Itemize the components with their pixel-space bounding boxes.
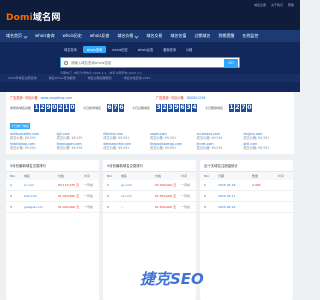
table-row[interactable]: 1 lc.com ¥2,172,975 元一周前 bbox=[6, 180, 99, 191]
list-item[interactable]: meituanaifen.com 成交价格: ¥9,591 bbox=[10, 132, 57, 140]
top-link[interactable]: 帮助 bbox=[288, 3, 294, 7]
nav-item[interactable]: whois历史 bbox=[58, 33, 85, 39]
main-nav: 域名首页 whois查询 whois历史 whois反查 域名价格 域名交易 域… bbox=[0, 30, 300, 42]
digit: 0 bbox=[52, 104, 57, 112]
list-item[interactable]: theplugger.com 成交价格: ¥9,591 bbox=[57, 143, 104, 150]
table-header: NO. 域名 价格 时间 bbox=[6, 172, 99, 180]
top-link[interactable]: 域名注册 bbox=[254, 3, 266, 7]
list-item[interactable]: sjjll.com 成交价格: ¥9,591 bbox=[57, 132, 104, 140]
table-row[interactable]: 1 gu.com ¥2,000,000 元一周前 bbox=[103, 180, 196, 191]
list-item[interactable]: delasescribe.com 成交价格: ¥9,591 bbox=[103, 143, 150, 150]
search-tab[interactable]: 价格 bbox=[182, 46, 196, 53]
hot-domain-grid: meituanaifen.com 成交价格: ¥9,591 sjjll.com 成交… bbox=[10, 132, 290, 150]
search-tab[interactable]: whois历史 bbox=[108, 46, 132, 53]
digit: 0 bbox=[70, 104, 75, 112]
counter-deleted: 今日删除域名 1 2 7 0 bbox=[205, 104, 252, 112]
ranking-table: 近十天域名注册量统计 NO. 日期 数量 时间 1 2025-04-18 4,400 22… bbox=[200, 160, 293, 300]
digit: 4 bbox=[192, 104, 197, 112]
digit: 7 bbox=[113, 104, 118, 112]
table-row[interactable]: 3... ¥1,500,000 元一周前 bbox=[103, 202, 196, 213]
search-tab[interactable]: 域名查询 bbox=[60, 46, 81, 53]
stats-panel: 广告投放: 可议价格 www.yangfeng.com 广告投放: 可议价格 DDD… bbox=[6, 92, 294, 154]
strip-item[interactable]: 域名Whois查询服务 bbox=[49, 76, 76, 80]
promo-slot[interactable]: 广告投放: 可议价格 www.yangfeng.com bbox=[10, 95, 72, 100]
search-box: GO bbox=[60, 57, 240, 68]
search-tab[interactable]: whois反查 bbox=[134, 46, 158, 53]
table-row[interactable]: 3 guagua.com ¥1,000,000 元一周前 bbox=[6, 202, 99, 213]
strip-item[interactable]: 2025年域名注册查询 bbox=[8, 76, 37, 80]
watermark: 捷克SEO bbox=[140, 270, 204, 288]
list-item[interactable]: fletcher.com 成交价格: ¥9,591 bbox=[103, 132, 150, 140]
counter-total: 收录的域名总数 1 2 9 0 2 1 0 bbox=[10, 104, 75, 112]
list-item[interactable]: vaper.com 成交价格: ¥9,591 bbox=[150, 132, 197, 140]
table-row[interactable]: 2 2025-04-17 bbox=[200, 191, 293, 202]
digit: 9 bbox=[46, 104, 51, 112]
table-row[interactable]: 2 vs.com ¥1,550,000 元一周前 bbox=[103, 191, 196, 202]
search-hero: 域名查询 whois查询 whois历史 whois反查 备案查询 价格 GO … bbox=[0, 42, 300, 92]
counter-new: 今日新增域名 6 7 6 bbox=[83, 104, 124, 112]
nav-item[interactable]: 到期提醒 bbox=[214, 33, 238, 39]
digit: 6 bbox=[180, 104, 185, 112]
nav-item[interactable]: whois反查 bbox=[86, 33, 113, 39]
nav-item[interactable]: 在线监控 bbox=[238, 33, 262, 39]
strip-item[interactable]: 域名过期提醒服务 bbox=[88, 76, 112, 80]
table-header: NO. 域名 价格 时间 bbox=[103, 172, 196, 180]
digit: 1 bbox=[34, 104, 39, 112]
top-bar: Domi域名网 域名注册 关于我们 帮助 bbox=[0, 0, 300, 30]
digit: 2 bbox=[58, 104, 63, 112]
logo[interactable]: Domi域名网 bbox=[6, 10, 61, 23]
digit: 3 bbox=[186, 104, 191, 112]
list-item[interactable]: fedeliaswp.com 成交价格: ¥9,591 bbox=[10, 143, 57, 150]
list-item[interactable]: jinnet.com 成交价格: ¥9,591 bbox=[197, 143, 244, 150]
digit: 6 bbox=[107, 104, 112, 112]
nav-item[interactable]: 过期域名 bbox=[190, 33, 214, 39]
top-link[interactable]: 关于我们 bbox=[271, 3, 283, 7]
strip-item[interactable]: 域名价格查询 2025 bbox=[124, 76, 151, 80]
nav-item[interactable]: whois查询 bbox=[31, 33, 58, 39]
counter-expired: 今日过期域名 3 2 3 9 6 3 4 bbox=[132, 104, 197, 112]
nav-item[interactable]: 域名交易 bbox=[142, 33, 166, 39]
promo-slot[interactable]: 广告投放: 可议价格 DDDM.COM bbox=[156, 95, 205, 100]
ranking-table: 5月份最新域名交易排行 NO. 域名 价格 时间 1 lc.com ¥2,172,975 … bbox=[6, 160, 99, 300]
table-row[interactable]: 2 bdd.com ¥1,050,000 元一周前 bbox=[6, 191, 99, 202]
table-row[interactable]: 1 2025-04-18 4,400 bbox=[200, 180, 293, 191]
digit: 0 bbox=[247, 104, 252, 112]
list-item[interactable]: mi-tesecs.com 成交价格: ¥9,591 bbox=[197, 132, 244, 140]
digit: 2 bbox=[40, 104, 45, 112]
search-tab-active[interactable]: whois查询 bbox=[82, 46, 107, 53]
table-row[interactable]: 3 2025-04-16 bbox=[200, 202, 293, 213]
search-button[interactable]: GO bbox=[224, 59, 238, 67]
table-header: NO. 日期 数量 时间 bbox=[200, 172, 293, 180]
digit: 1 bbox=[229, 104, 234, 112]
digit: 1 bbox=[64, 104, 69, 112]
digit: 7 bbox=[241, 104, 246, 112]
digit: 6 bbox=[119, 104, 124, 112]
nav-item[interactable]: 域名首页 bbox=[2, 33, 31, 39]
chevron-down-icon bbox=[134, 33, 139, 39]
info-strip: 2025年域名注册查询 域名Whois查询服务 域名过期提醒服务 域名价格查询 … bbox=[0, 74, 300, 82]
digit: 3 bbox=[156, 104, 161, 112]
hot-domains-title[interactable]: 今日热门域名 bbox=[10, 123, 30, 129]
list-item[interactable]: grill.com 成交价格: ¥9,591 bbox=[243, 143, 290, 150]
list-item[interactable]: xinjpsu.com 成交价格: ¥9,591 bbox=[243, 132, 290, 140]
digit: 9 bbox=[174, 104, 179, 112]
chevron-down-icon bbox=[23, 33, 28, 39]
nav-item[interactable]: 域名价格 bbox=[113, 33, 142, 39]
digit: 2 bbox=[235, 104, 240, 112]
nav-item[interactable]: 域名估值 bbox=[166, 33, 190, 39]
table-title: 5月份最新域名交易排行 bbox=[103, 160, 196, 172]
counters: 收录的域名总数 1 2 9 0 2 1 0 今日新增域名 6 7 6 今日过期域… bbox=[10, 104, 252, 112]
search-tab[interactable]: 备案查询 bbox=[159, 46, 180, 53]
search-input[interactable] bbox=[71, 59, 221, 67]
top-links: 域名注册 关于我们 帮助 bbox=[254, 3, 294, 7]
list-item[interactable]: thepoolsavings.com 成交价格: ¥9,591 bbox=[150, 143, 197, 150]
search-icon bbox=[64, 61, 68, 65]
table-title: 5月份最新域名交易排行 bbox=[6, 160, 99, 172]
digit: 3 bbox=[168, 104, 173, 112]
search-tabs: 域名查询 whois查询 whois历史 whois反查 备案查询 价格 bbox=[60, 46, 196, 53]
table-title: 近十天域名注册量统计 bbox=[200, 160, 293, 172]
digit: 2 bbox=[162, 104, 167, 112]
